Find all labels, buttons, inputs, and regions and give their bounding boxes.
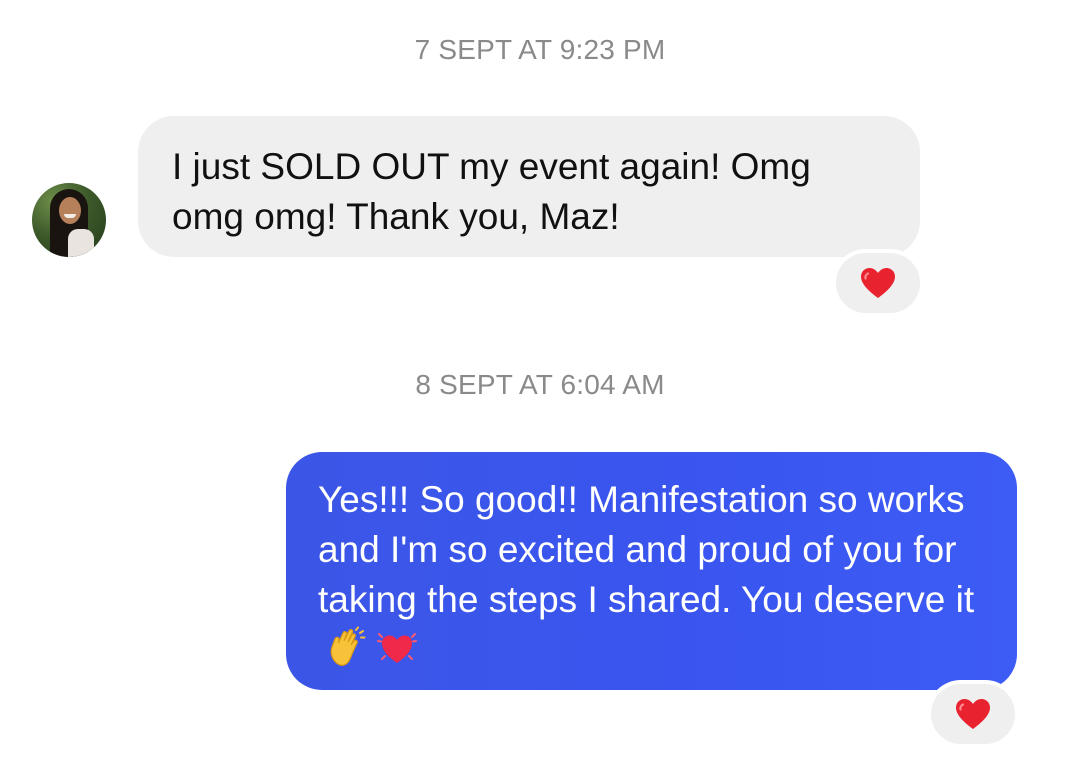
message-reaction[interactable] bbox=[931, 684, 1015, 744]
chat-thread: 7 SEPT AT 9:23 PM I just SOLD OUT my eve… bbox=[0, 0, 1080, 761]
outgoing-message-text: Yes!!! So good!! Manifestation so works … bbox=[318, 479, 975, 620]
message-timestamp: 7 SEPT AT 9:23 PM bbox=[414, 34, 666, 65]
avatar-face bbox=[59, 197, 81, 224]
beating-heart-icon bbox=[376, 626, 418, 668]
red-heart-icon bbox=[861, 267, 895, 298]
incoming-message-text: I just SOLD OUT my event again! Omg omg … bbox=[172, 146, 811, 237]
clapping-hands-icon bbox=[326, 626, 368, 668]
incoming-message-bubble[interactable]: I just SOLD OUT my event again! Omg omg … bbox=[138, 116, 920, 257]
outgoing-message-bubble[interactable]: Yes!!! So good!! Manifestation so works … bbox=[286, 452, 1017, 690]
contact-avatar[interactable] bbox=[32, 183, 106, 257]
message-reaction[interactable] bbox=[836, 253, 920, 313]
message-timestamp: 8 SEPT AT 6:04 AM bbox=[415, 369, 665, 400]
avatar-shoulder bbox=[68, 229, 94, 257]
red-heart-icon bbox=[956, 698, 990, 729]
